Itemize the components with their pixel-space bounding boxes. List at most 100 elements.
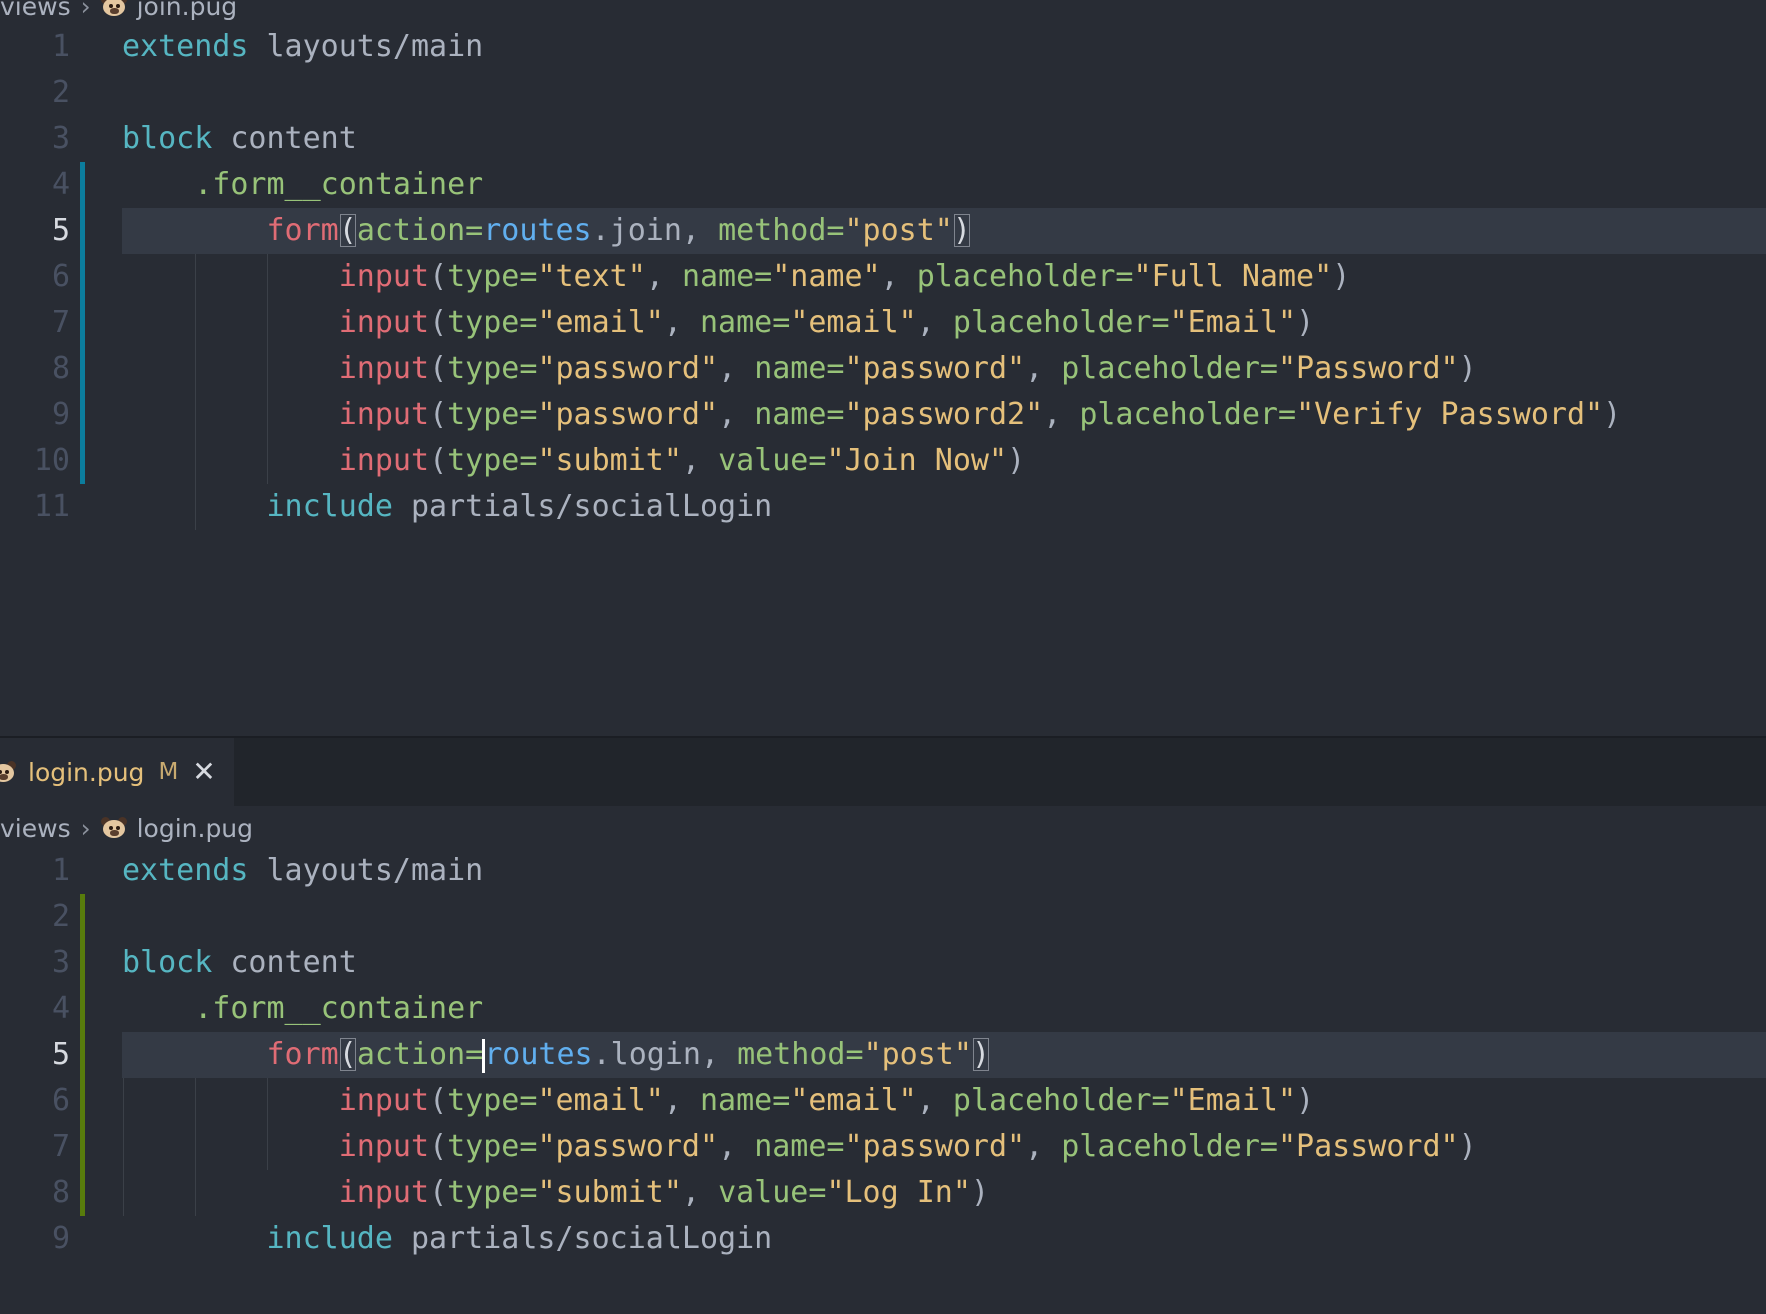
editor-pane-join[interactable]: views › join.pug 1 extends layouts/main 2 3… <box>0 0 1766 736</box>
string-token: "password" <box>844 1129 1026 1164</box>
line-number[interactable]: 2 <box>0 70 70 116</box>
attribute-token: value= <box>718 1175 827 1210</box>
code-line[interactable]: 6 input(type="text", name="name", placeh… <box>0 254 1766 300</box>
line-text: input(type="password", name="password", … <box>122 1124 1477 1170</box>
keyword-token: extends <box>122 853 249 888</box>
plain-token: layouts/main <box>248 29 484 64</box>
plain-token: , <box>916 1083 953 1118</box>
code-line[interactable]: 7 input(type="email", name="email", plac… <box>0 300 1766 346</box>
string-token: "Password" <box>1278 1129 1459 1164</box>
tab-label: login.pug <box>28 757 145 787</box>
plain-token: content <box>212 945 357 980</box>
code-line[interactable]: 4 .form__container <box>0 986 1766 1032</box>
tag-token: input <box>338 351 430 386</box>
attribute-token: type= <box>447 1175 538 1210</box>
line-number[interactable]: 1 <box>0 848 70 894</box>
line-number[interactable]: 9 <box>0 1216 70 1262</box>
line-text: input(type="email", name="email", placeh… <box>122 300 1314 346</box>
tab-login-pug[interactable]: login.pug M ✕ <box>0 738 234 806</box>
line-text: form(action=routes.join, method="post") <box>122 208 971 254</box>
line-number[interactable]: 3 <box>0 940 70 986</box>
line-number[interactable]: 11 <box>0 484 70 530</box>
string-token: "submit" <box>537 443 682 478</box>
line-number[interactable]: 2 <box>0 894 70 940</box>
string-token: "Email" <box>1169 305 1297 340</box>
code-line[interactable]: 8 input(type="submit", value="Log In") <box>0 1170 1766 1216</box>
tag-token: form <box>266 1037 339 1072</box>
code-line-active[interactable]: 5 form(action=routes.login, method="post… <box>0 1032 1766 1078</box>
code-line[interactable]: 3 block content <box>0 116 1766 162</box>
line-number[interactable]: 7 <box>0 300 70 346</box>
attribute-token: method= <box>737 1037 864 1072</box>
plain-token: partials/socialLogin <box>392 489 773 524</box>
string-token: "password2" <box>844 397 1044 432</box>
plain-token: , <box>718 351 755 386</box>
line-number[interactable]: 6 <box>0 254 70 300</box>
code-line[interactable]: 9 include partials/socialLogin <box>0 1216 1766 1262</box>
string-token: "email" <box>790 1083 917 1118</box>
code-line[interactable]: 6 input(type="email", name="email", plac… <box>0 1078 1766 1124</box>
breadcrumb-folder[interactable]: views <box>0 0 71 21</box>
plain-token: , <box>681 443 719 478</box>
breadcrumb-file[interactable]: login.pug <box>137 814 253 843</box>
plain-token: , <box>663 305 700 340</box>
line-number[interactable]: 8 <box>0 346 70 392</box>
line-number[interactable]: 4 <box>0 986 70 1032</box>
code-line[interactable]: 2 <box>0 894 1766 940</box>
line-number[interactable]: 1 <box>0 24 70 70</box>
line-number[interactable]: 3 <box>0 116 70 162</box>
string-token: "password" <box>537 351 719 386</box>
close-icon[interactable]: ✕ <box>192 758 215 786</box>
line-number[interactable]: 9 <box>0 392 70 438</box>
line-text: input(type="password", name="password", … <box>122 346 1477 392</box>
code-line[interactable]: 2 <box>0 70 1766 116</box>
breadcrumb-folder[interactable]: views <box>0 814 71 843</box>
attribute-token: placeholder= <box>916 259 1134 294</box>
line-number[interactable]: 7 <box>0 1124 70 1170</box>
attribute-token: placeholder= <box>1079 397 1297 432</box>
string-token: "post" <box>863 1037 972 1072</box>
code-line[interactable]: 1 extends layouts/main <box>0 848 1766 894</box>
line-text: .form__container <box>122 986 483 1032</box>
line-number[interactable]: 6 <box>0 1078 70 1124</box>
string-token: "Verify Password" <box>1296 397 1604 432</box>
line-number[interactable]: 8 <box>0 1170 70 1216</box>
bracket-token: ( <box>338 213 357 248</box>
keyword-token: include <box>266 489 393 524</box>
code-line[interactable]: 3 block content <box>0 940 1766 986</box>
plain-token: ( <box>429 397 448 432</box>
plain-token: ) <box>1332 259 1351 294</box>
line-text: input(type="email", name="email", placeh… <box>122 1078 1314 1124</box>
editor-pane-login[interactable]: login.pug M ✕ views › login.pug 1 extends… <box>0 738 1766 1314</box>
code-line-active[interactable]: 5 form(action=routes.join, method="post"… <box>0 208 1766 254</box>
breadcrumb-file[interactable]: join.pug <box>137 0 238 21</box>
plain-token: ( <box>429 1129 448 1164</box>
code-line[interactable]: 11 include partials/socialLogin <box>0 484 1766 530</box>
line-number[interactable]: 5 <box>0 208 70 254</box>
attribute-token: type= <box>447 259 538 294</box>
code-line[interactable]: 1 extends layouts/main <box>0 24 1766 70</box>
line-number[interactable]: 5 <box>0 1032 70 1078</box>
code-line[interactable]: 8 input(type="password", name="password"… <box>0 346 1766 392</box>
attribute-token: type= <box>447 1129 538 1164</box>
tag-token: input <box>338 1129 430 1164</box>
attribute-token: name= <box>754 1129 845 1164</box>
modified-badge: M <box>158 759 179 785</box>
code-line[interactable]: 9 input(type="password", name="password2… <box>0 392 1766 438</box>
line-number[interactable]: 4 <box>0 162 70 208</box>
plain-token: , <box>718 1129 755 1164</box>
code-line[interactable]: 7 input(type="password", name="password"… <box>0 1124 1766 1170</box>
attribute-token: name= <box>681 259 773 294</box>
plain-token: , <box>718 397 755 432</box>
pug-file-icon <box>0 761 16 783</box>
code-line[interactable]: 4 .form__container <box>0 162 1766 208</box>
code-line[interactable]: 10 input(type="submit", value="Join Now"… <box>0 438 1766 484</box>
line-number[interactable]: 10 <box>0 438 70 484</box>
attribute-token: name= <box>754 397 845 432</box>
